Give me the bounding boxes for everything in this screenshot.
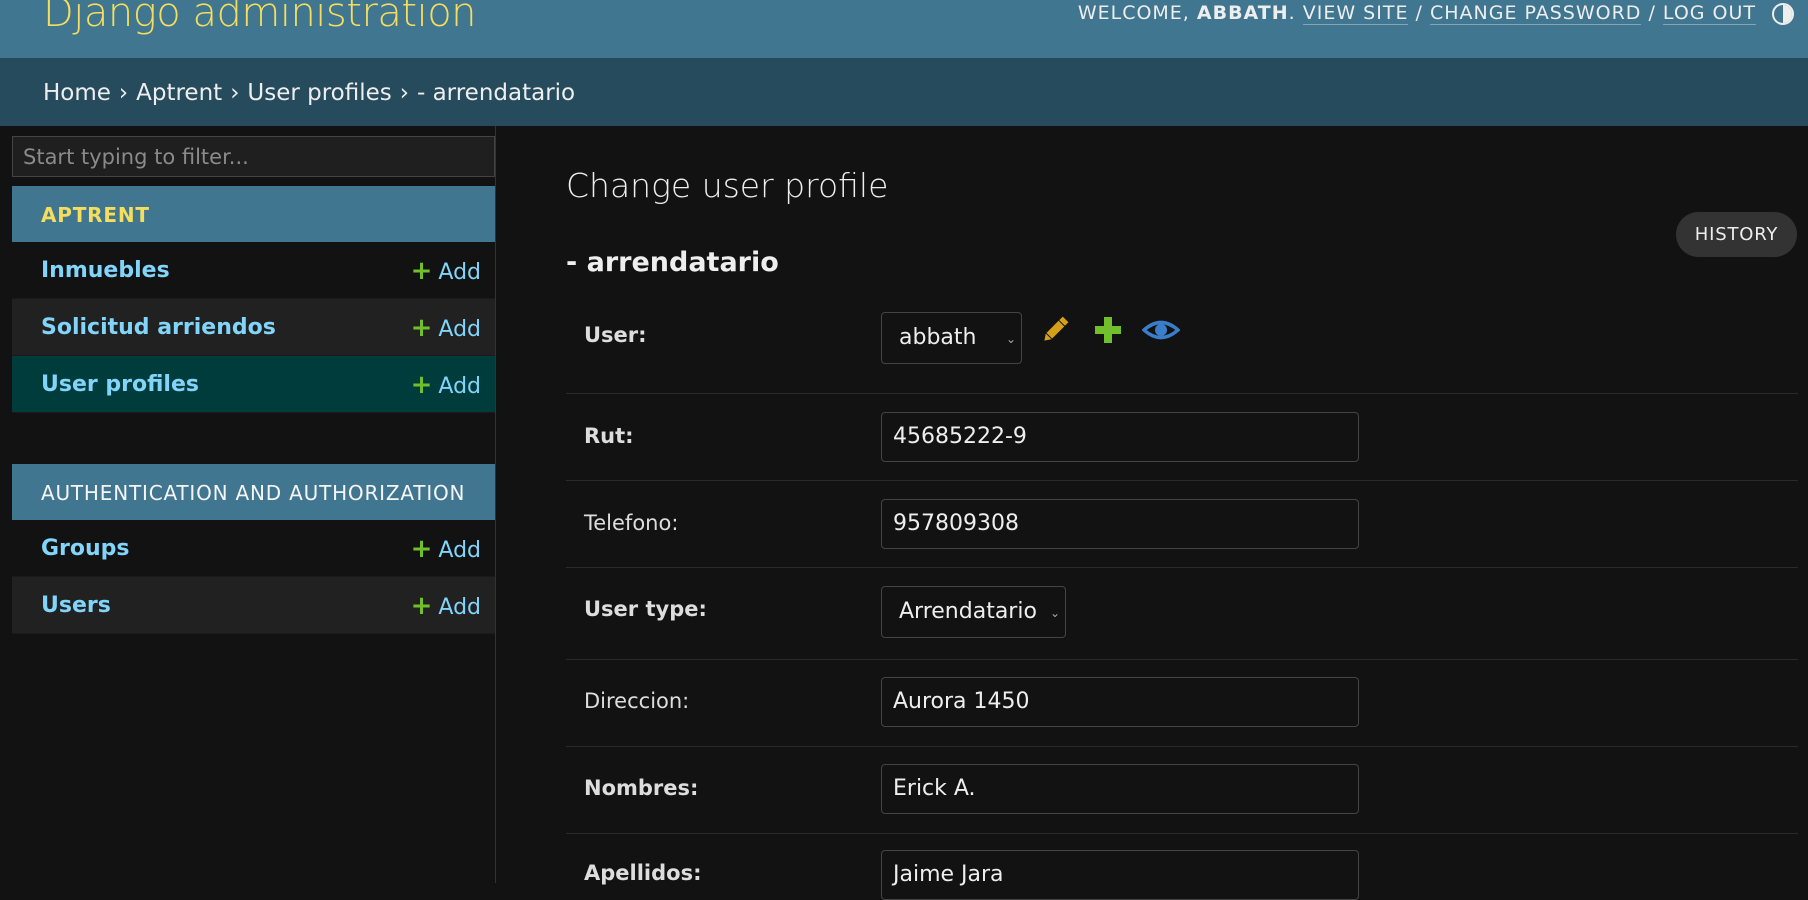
plus-icon: + <box>410 534 433 564</box>
chevron-down-icon: ⌄ <box>1005 332 1016 346</box>
rut-label: Rut: <box>584 424 634 448</box>
plus-icon: + <box>410 313 433 343</box>
telefono-input[interactable]: 957809308 <box>881 499 1359 549</box>
form-row-rut: Rut: 45685222-9 <box>566 394 1798 481</box>
pencil-icon[interactable] <box>1039 314 1071 346</box>
module-auth: AUTHENTICATION AND AUTHORIZATION Groups … <box>12 464 495 634</box>
theme-toggle-icon[interactable] <box>1772 3 1794 25</box>
model-link[interactable]: Groups <box>41 536 130 561</box>
module-caption[interactable]: APTRENT <box>12 186 495 242</box>
model-link[interactable]: User profiles <box>41 372 199 397</box>
form-row-telefono: Telefono: 957809308 <box>566 481 1798 568</box>
add-label: Add <box>438 374 481 399</box>
user-tools-separator: . <box>1288 2 1303 24</box>
user-type-select[interactable]: Arrendatario ⌄ <box>881 586 1066 638</box>
user-type-select-value: Arrendatario <box>899 599 1037 624</box>
form-row-user-type: User type: Arrendatario ⌄ <box>566 568 1798 660</box>
module-caption[interactable]: AUTHENTICATION AND AUTHORIZATION <box>12 464 495 520</box>
user-select-value: abbath <box>899 325 977 350</box>
apellidos-label: Apellidos: <box>584 861 702 885</box>
eye-icon[interactable] <box>1142 314 1180 346</box>
form-row-direccion: Direccion: Aurora 1450 <box>566 660 1798 747</box>
plus-icon: + <box>410 370 433 400</box>
user-type-label: User type: <box>584 597 707 621</box>
breadcrumb-separator: › <box>118 80 129 106</box>
form-row-apellidos: Apellidos: Jaime Jara <box>566 834 1798 900</box>
page-title: Change user profile <box>566 166 889 205</box>
user-label: User: <box>584 323 647 347</box>
add-label: Add <box>438 595 481 620</box>
sidebar-item-users[interactable]: Users + Add <box>12 577 495 634</box>
site-branding[interactable]: Django administration <box>43 0 477 36</box>
model-link[interactable]: Users <box>41 593 111 618</box>
breadcrumb-model[interactable]: User profiles <box>247 80 391 106</box>
telefono-label: Telefono: <box>584 511 679 535</box>
user-select[interactable]: abbath ⌄ <box>881 312 1022 364</box>
log-out-link[interactable]: LOG OUT <box>1662 2 1756 25</box>
header: Django administration WELCOME, ABBATH. V… <box>0 0 1808 58</box>
user-tools-separator: / <box>1641 2 1663 24</box>
add-solicitud-arriendos-button[interactable]: + Add <box>411 313 481 343</box>
chevron-down-icon: ⌄ <box>1049 606 1060 620</box>
nav-sidebar: APTRENT Inmuebles +Add Solicitud arriend… <box>0 126 496 883</box>
model-link[interactable]: Solicitud arriendos <box>41 315 276 340</box>
add-label: Add <box>438 260 481 285</box>
add-label: Add <box>438 317 481 342</box>
breadcrumb-home[interactable]: Home <box>43 80 111 106</box>
form-row-nombres: Nombres: Erick A. <box>566 747 1798 834</box>
add-inmuebles-button[interactable]: + Add <box>411 256 481 286</box>
model-link[interactable]: Inmuebles <box>41 258 170 283</box>
sidebar-item-user-profiles[interactable]: User profiles + Add <box>12 356 495 413</box>
plus-icon[interactable] <box>1093 314 1123 346</box>
add-label: Add <box>438 538 481 563</box>
history-button[interactable]: HISTORY <box>1676 212 1797 257</box>
sidebar-item-inmuebles[interactable]: Inmuebles + Add <box>12 242 495 299</box>
user-tools-separator: / <box>1408 2 1430 24</box>
apellidos-input[interactable]: Jaime Jara <box>881 850 1359 900</box>
nombres-label: Nombres: <box>584 776 699 800</box>
change-password-link[interactable]: CHANGE PASSWORD <box>1429 2 1642 25</box>
breadcrumb-current: - arrendatario <box>416 80 576 106</box>
direccion-label: Direccion: <box>584 689 690 713</box>
form-row-user: User: abbath ⌄ <box>566 300 1798 394</box>
breadcrumb-app[interactable]: Aptrent <box>136 80 222 106</box>
module-aptrent: APTRENT Inmuebles + Add Solicitud arriend… <box>12 186 495 413</box>
breadcrumb-separator: › <box>230 80 240 106</box>
user-tools: WELCOME, ABBATH. VIEW SITE / CHANGE PASS… <box>1077 2 1756 25</box>
plus-icon: + <box>410 591 433 621</box>
plus-icon: + <box>410 256 433 286</box>
username: ABBATH <box>1196 2 1289 24</box>
add-users-button[interactable]: + Add <box>411 591 481 621</box>
breadcrumb: Home › Aptrent › User profiles › - arrendatari… <box>0 58 1808 126</box>
rut-input[interactable]: 45685222-9 <box>881 412 1359 462</box>
nav-filter-input[interactable] <box>12 136 495 177</box>
nombres-input[interactable]: Erick A. <box>881 764 1359 814</box>
sidebar-item-solicitud-arriendos[interactable]: Solicitud arriendos + Add <box>12 299 495 356</box>
breadcrumb-separator: › <box>399 80 409 106</box>
object-title: - arrendatario <box>566 247 779 278</box>
view-site-link[interactable]: VIEW SITE <box>1302 2 1409 25</box>
direccion-input[interactable]: Aurora 1450 <box>881 677 1359 727</box>
add-user-profiles-button[interactable]: + Add <box>411 370 481 400</box>
add-groups-button[interactable]: + Add <box>411 534 481 564</box>
sidebar-item-groups[interactable]: Groups + Add <box>12 520 495 577</box>
welcome-text: WELCOME, <box>1077 2 1197 24</box>
